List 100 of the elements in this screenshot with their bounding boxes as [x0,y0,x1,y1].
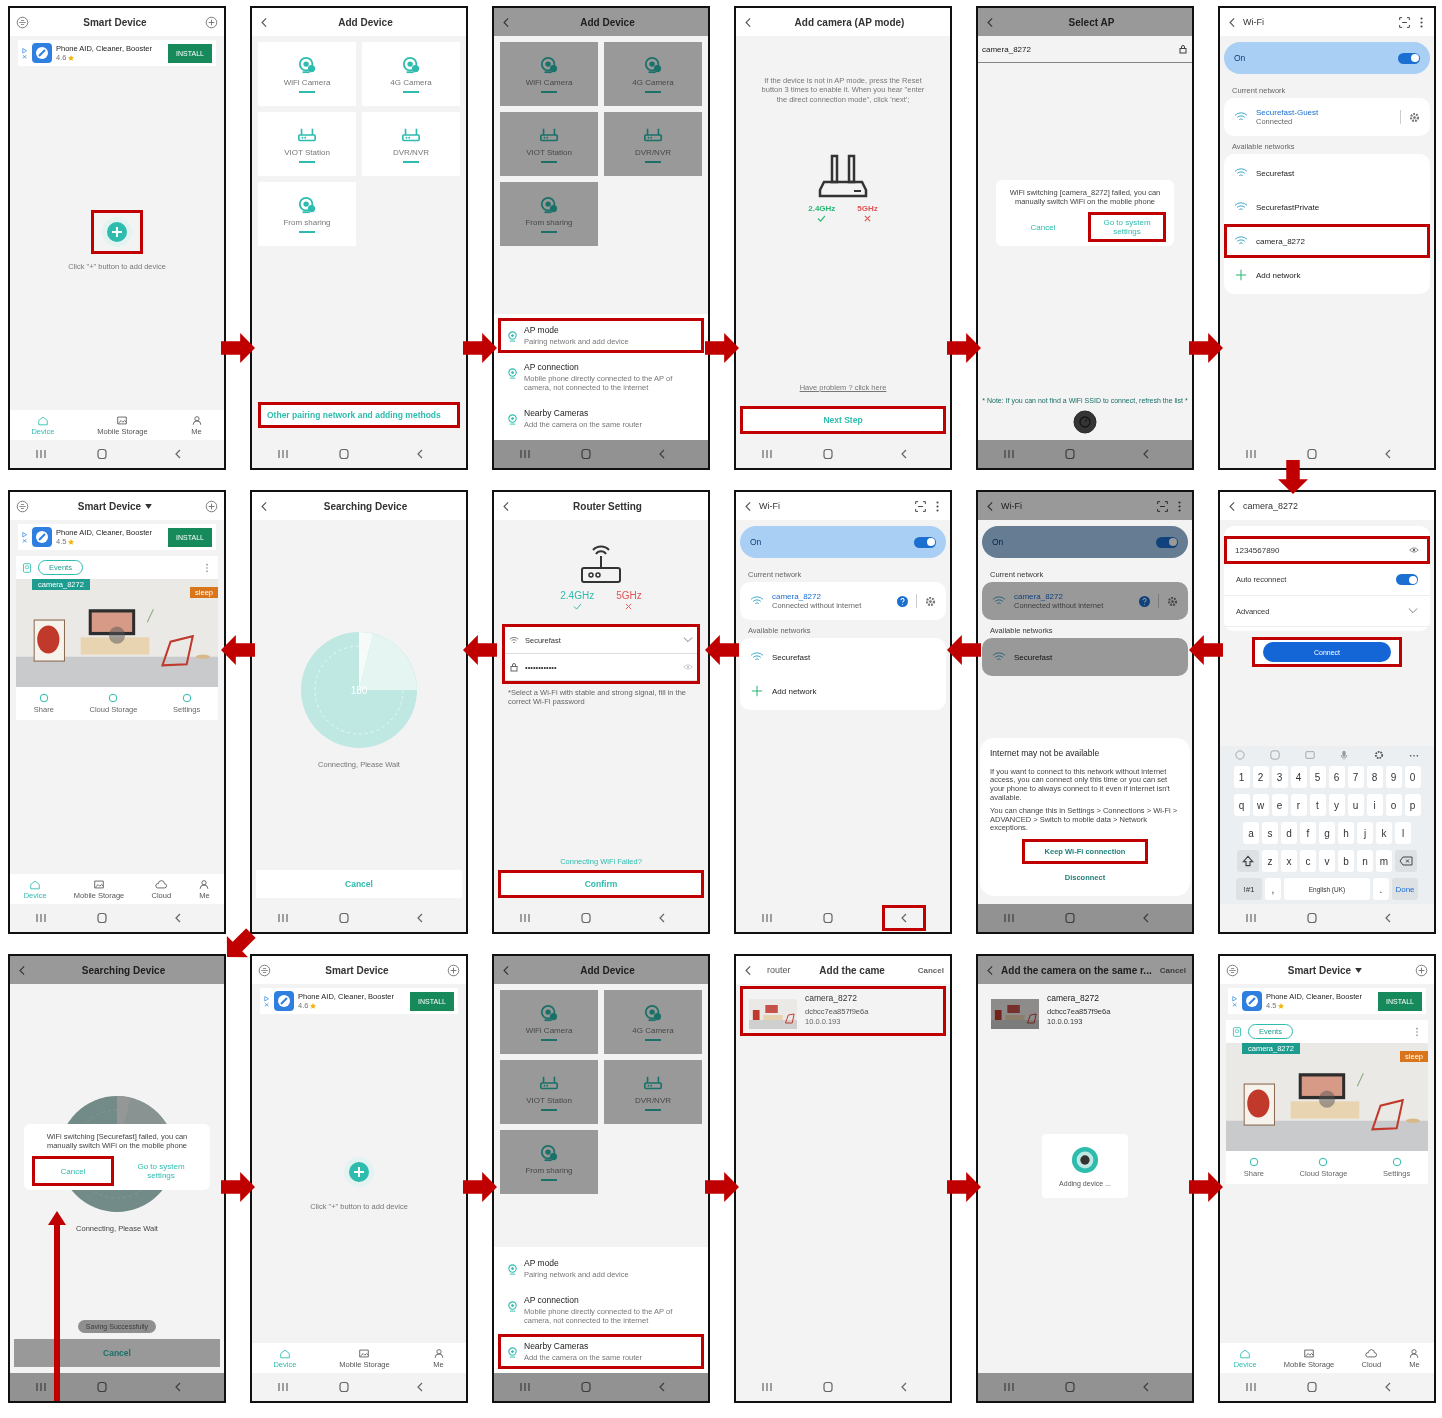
device-type-tile[interactable]: VIOT Station [258,112,356,176]
home-icon[interactable] [1063,1381,1077,1393]
microphone-icon[interactable] [1339,750,1350,760]
device-type-tile[interactable]: From sharing [500,182,598,246]
key[interactable]: x [1281,850,1297,872]
home-icon[interactable] [1305,448,1319,460]
home-icon[interactable] [95,912,109,924]
dropdown-caret-icon[interactable] [1355,967,1363,973]
recent-apps-icon[interactable] [1001,448,1016,460]
ad-choices-icon[interactable] [1232,994,1238,1008]
recent-apps-icon[interactable] [33,912,48,924]
help-icon[interactable] [1139,595,1150,607]
network-name[interactable]: camera_8272 [772,592,889,601]
key[interactable]: s [1262,822,1278,844]
key[interactable]: b [1338,850,1354,872]
network-row[interactable]: Securefast [740,640,946,674]
gif-icon[interactable] [1304,750,1315,760]
device-type-tile[interactable]: DVR/NVR [362,112,460,176]
toggle-switch[interactable] [914,536,936,548]
network-row[interactable]: Securefast [1224,156,1430,190]
key[interactable]: g [1319,822,1335,844]
home-icon[interactable] [1063,448,1077,460]
toggle-switch[interactable] [1156,536,1178,548]
recent-apps-icon[interactable] [1001,912,1016,924]
recent-apps-icon[interactable] [33,1381,48,1393]
scan-icon[interactable] [914,499,927,513]
add-icon[interactable] [205,15,218,29]
scan-icon[interactable] [1398,15,1411,29]
home-icon[interactable] [821,448,835,460]
key[interactable]: t [1309,794,1326,816]
network-name[interactable]: Securefast-Guest [1256,108,1392,117]
scan-face-icon[interactable] [258,963,271,977]
back-icon[interactable] [882,905,927,931]
key[interactable]: z [1262,850,1278,872]
home-icon[interactable] [1305,1381,1319,1393]
ad-choices-icon[interactable] [264,994,270,1008]
recent-apps-icon[interactable] [1001,1381,1016,1393]
key[interactable]: a [1243,822,1259,844]
key[interactable]: e [1271,794,1288,816]
wifi-toggle-bar[interactable]: On [740,526,946,558]
recent-apps-icon[interactable] [1243,1381,1258,1393]
recent-apps-icon[interactable] [759,912,774,924]
backspace-key[interactable] [1395,850,1417,872]
key[interactable]: 6 [1328,766,1345,788]
key[interactable]: 2 [1252,766,1269,788]
network-name[interactable]: camera_8272 [1014,592,1131,601]
network-row[interactable]: Securefast [982,640,1188,674]
key[interactable]: l [1395,822,1411,844]
help-icon[interactable] [897,595,908,607]
key[interactable]: y [1328,794,1345,816]
home-icon[interactable] [337,448,351,460]
key[interactable]: c [1300,850,1316,872]
recent-apps-icon[interactable] [517,1381,532,1393]
eye-icon[interactable] [1409,545,1419,555]
home-icon[interactable] [821,912,835,924]
home-icon[interactable] [337,912,351,924]
recent-apps-icon[interactable] [275,448,290,460]
add-network-row[interactable]: Add network [740,674,946,708]
network-row[interactable]: SecurefastPrivate [1224,190,1430,224]
settings-icon[interactable] [925,595,936,607]
key[interactable]: k [1376,822,1392,844]
home-icon[interactable] [579,912,593,924]
home-icon[interactable] [821,1381,835,1393]
scan-face-icon[interactable] [16,499,29,513]
toggle-switch[interactable] [1398,52,1420,64]
key[interactable]: h [1338,822,1354,844]
ad-choices-icon[interactable] [22,46,28,60]
key[interactable]: p [1404,794,1421,816]
recent-apps-icon[interactable] [33,448,48,460]
key[interactable]: u [1347,794,1364,816]
home-icon[interactable] [1063,912,1077,924]
key[interactable]: . [1373,878,1389,900]
add-icon[interactable] [205,499,218,513]
key[interactable]: m [1376,850,1392,872]
scan-face-icon[interactable] [16,15,29,29]
key[interactable]: 3 [1271,766,1288,788]
key[interactable]: 5 [1309,766,1326,788]
device-type-tile[interactable]: From sharing [258,182,356,246]
wifi-toggle-bar[interactable]: On [1224,42,1430,74]
recent-apps-icon[interactable] [517,912,532,924]
key[interactable]: n [1357,850,1373,872]
key[interactable]: q [1233,794,1250,816]
cancel-button[interactable]: Cancel [1159,965,1186,975]
network-row[interactable]: camera_8272 [978,36,1192,63]
home-icon[interactable] [95,1381,109,1393]
symbols-key[interactable]: !#1 [1236,878,1262,900]
home-icon[interactable] [579,448,593,460]
key[interactable]: w [1252,794,1269,816]
settings-icon[interactable] [1373,750,1384,760]
device-type-tile[interactable]: 4G Camera [362,42,460,106]
home-icon[interactable] [579,1381,593,1393]
settings-icon[interactable] [1167,595,1178,607]
add-icon[interactable] [447,963,460,977]
recent-apps-icon[interactable] [1243,912,1258,924]
wifi-toggle-bar[interactable]: On [982,526,1188,558]
key[interactable]: o [1385,794,1402,816]
home-icon[interactable] [1305,912,1319,924]
home-icon[interactable] [337,1381,351,1393]
recent-apps-icon[interactable] [517,448,532,460]
add-network-row[interactable]: Add network [1224,258,1430,292]
